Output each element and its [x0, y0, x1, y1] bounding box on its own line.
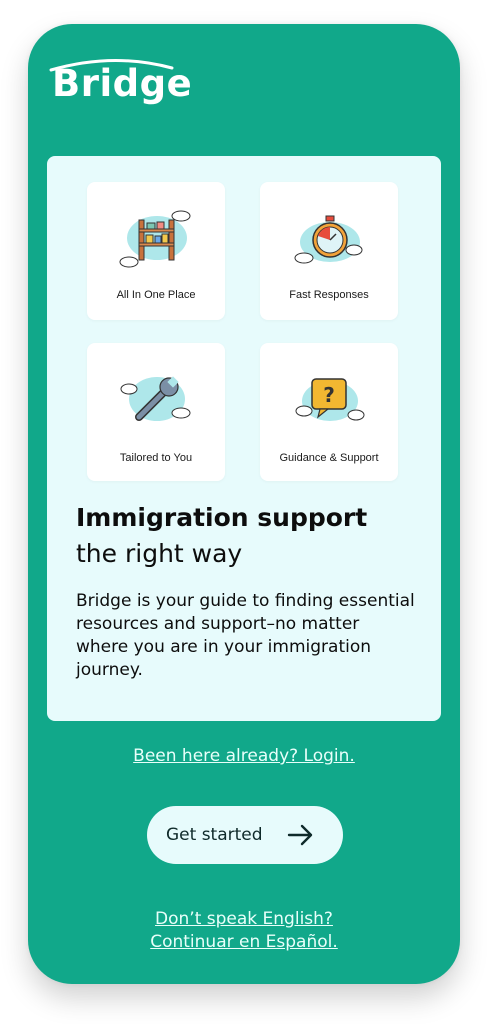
question-bubble-icon: ? — [295, 378, 365, 421]
language-prompt-link[interactable]: Don’t speak English? — [28, 908, 460, 931]
welcome-card: All In One Place Fast Responses Tailored… — [47, 156, 441, 721]
wrench-icon — [120, 376, 191, 421]
hero-title: Immigration support the right way — [76, 500, 367, 572]
feature-tile-tailored: Tailored to You — [87, 343, 225, 481]
hero-title-rest: the right way — [76, 539, 243, 568]
feature-tile-all-in-one: All In One Place — [87, 182, 225, 320]
svg-text:?: ? — [323, 383, 335, 407]
spanish-language-link[interactable]: Continuar en Español. — [28, 931, 460, 954]
brand-name: Bridge — [52, 62, 193, 105]
get-started-label: Get started — [166, 825, 263, 845]
hero-title-bold: Immigration support — [76, 503, 368, 532]
feature-tile-fast-responses: Fast Responses — [260, 182, 398, 320]
login-link[interactable]: Been here already? Login. — [28, 746, 460, 766]
feature-label: Fast Responses — [289, 289, 369, 301]
app-screen: Bridge All In One Place Fast Responses T… — [28, 24, 460, 984]
feature-tile-guidance: ? Guidance & Support — [260, 343, 398, 481]
hero-description: Bridge is your guide to finding essentia… — [76, 591, 415, 680]
feature-label: All In One Place — [116, 289, 196, 301]
bridge-logo: Bridge — [48, 54, 192, 114]
get-started-button[interactable]: Get started — [147, 806, 343, 864]
feature-label: Tailored to You — [119, 452, 193, 464]
arrow-right-icon — [287, 824, 313, 846]
stopwatch-icon — [294, 215, 363, 264]
feature-label: Guidance & Support — [279, 452, 379, 464]
shelf-icon — [119, 210, 191, 268]
